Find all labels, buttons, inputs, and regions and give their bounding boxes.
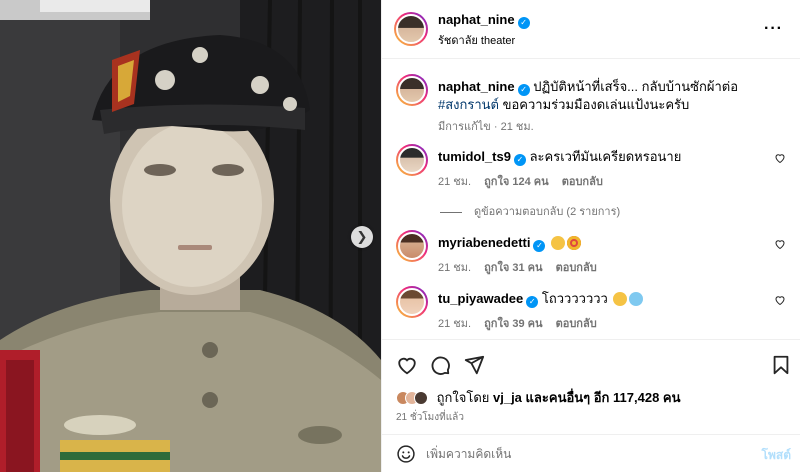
caption-text: naphat_nine ✓ ปฏิบัติหน้าที่เสร็จ... กลับ… bbox=[438, 78, 778, 114]
comment-item: tumidol_ts9 ✓ ละครเวทีมันเครียดหรอนาย 21 … bbox=[396, 144, 796, 194]
post-timestamp[interactable]: 21 ชั่วโมงที่แล้ว bbox=[396, 410, 464, 425]
comment-item: myriabenedetti ✓ 21 ชม. ถูกใจ 31 คน ตอบกล… bbox=[396, 230, 796, 280]
paper-plane-icon[interactable] bbox=[463, 354, 485, 376]
comment-text: tu_piyawadee ✓ โถววววววว bbox=[438, 290, 778, 308]
post-comment-button[interactable]: โพสต์ bbox=[762, 446, 791, 465]
bookmark-icon[interactable] bbox=[770, 354, 792, 376]
author-username[interactable]: naphat_nine ✓ bbox=[438, 12, 530, 29]
author-avatar[interactable] bbox=[396, 74, 428, 106]
likes-text: ถูกใจโดย vj_ja และคนอื่นๆ อีก 117,428 คน bbox=[437, 390, 681, 405]
comment-item: tu_piyawadee ✓ โถววววววว 21 ชม. ถูกใจ 39 … bbox=[396, 286, 796, 336]
heart-eyes-emoji-icon bbox=[567, 236, 582, 250]
carousel-next-button[interactable]: ❯ bbox=[351, 226, 373, 248]
caption-username[interactable]: naphat_nine bbox=[438, 79, 515, 94]
emoji-icon[interactable] bbox=[396, 444, 416, 464]
liker-username[interactable]: vj_ja bbox=[493, 390, 522, 405]
verified-badge-icon: ✓ bbox=[517, 84, 530, 96]
comment-likes[interactable]: ถูกใจ 39 คน bbox=[484, 318, 542, 330]
comment-meta: 21 ชม. ถูกใจ 39 คน ตอบกลับ bbox=[438, 314, 607, 332]
commenter-username[interactable]: tumidol_ts9 bbox=[438, 149, 511, 164]
comment-text: myriabenedetti ✓ bbox=[438, 234, 778, 252]
laughing-emoji-icon bbox=[613, 292, 628, 306]
comment-meta: 21 ชม. ถูกใจ 31 คน ตอบกลับ bbox=[438, 258, 607, 276]
reply-button[interactable]: ตอบกลับ bbox=[556, 318, 597, 330]
chevron-right-icon: ❯ bbox=[356, 229, 368, 245]
caption-body: ปฏิบัติหน้าที่เสร็จ... กลับบ้านซักผ้าต่อ bbox=[533, 79, 739, 94]
more-options-icon[interactable]: ··· bbox=[764, 20, 783, 38]
comment-time: 21 ชม. bbox=[438, 176, 472, 188]
author-username-text: naphat_nine bbox=[438, 12, 515, 27]
comment-composer: โพสต์ bbox=[382, 434, 800, 472]
likes-joiner: และ bbox=[525, 390, 549, 405]
post-caption: naphat_nine ✓ ปฏิบัติหน้าที่เสร็จ... กลับ… bbox=[396, 74, 796, 134]
comment-likes[interactable]: ถูกใจ 124 คน bbox=[484, 176, 548, 188]
caption-body-rest: ขอความร่วมมืองดเล่นแป้งนะครับ bbox=[499, 97, 690, 112]
commenter-avatar[interactable] bbox=[396, 144, 428, 176]
post-panel: naphat_nine ✓ รัชดาลัย theater ··· naphat… bbox=[381, 0, 800, 472]
commenter-username[interactable]: tu_piyawadee bbox=[438, 291, 523, 306]
verified-badge-icon: ✓ bbox=[533, 240, 546, 252]
likes-summary[interactable]: ถูกใจโดย vj_ja และคนอื่นๆ อีก 117,428 คน bbox=[396, 387, 681, 407]
comment-time: 21 ชม. bbox=[438, 262, 472, 274]
post-media[interactable]: ❯ bbox=[0, 0, 381, 472]
grin-emoji-icon bbox=[551, 236, 566, 250]
commenter-avatar[interactable] bbox=[396, 286, 428, 318]
comment-meta: 21 ชม. ถูกใจ 124 คน ตอบกลับ bbox=[438, 172, 613, 190]
commenter-avatar[interactable] bbox=[396, 230, 428, 262]
likes-prefix: ถูกใจโดย bbox=[436, 390, 490, 405]
comment-heart-icon[interactable] bbox=[774, 238, 786, 250]
post-location[interactable]: รัชดาลัย theater bbox=[438, 31, 515, 49]
view-replies-button[interactable]: ดูข้อความตอบกลับ (2 รายการ) bbox=[440, 202, 620, 220]
comments-list[interactable]: naphat_nine ✓ ปฏิบัติหน้าที่เสร็จ... กลับ… bbox=[382, 60, 800, 339]
comment-time: 21 ชม. bbox=[438, 318, 472, 330]
post-photo bbox=[0, 0, 381, 472]
comment-heart-icon[interactable] bbox=[774, 294, 786, 306]
comment-body: โถววววววว bbox=[541, 291, 608, 306]
reply-button[interactable]: ตอบกลับ bbox=[562, 176, 603, 188]
comment-body: ละครเวทีมันเครียดหรอนาย bbox=[529, 149, 682, 164]
post-header: naphat_nine ✓ รัชดาลัย theater ··· bbox=[382, 0, 800, 59]
comment-likes[interactable]: ถูกใจ 31 คน bbox=[484, 262, 542, 274]
comment-input[interactable] bbox=[426, 444, 726, 464]
commenter-username[interactable]: myriabenedetti bbox=[438, 235, 530, 250]
comment-icon[interactable] bbox=[429, 354, 451, 376]
post-actions: ถูกใจโดย vj_ja และคนอื่นๆ อีก 117,428 คน… bbox=[382, 339, 800, 434]
verified-badge-icon: ✓ bbox=[526, 296, 539, 308]
verified-badge-icon: ✓ bbox=[513, 154, 526, 166]
caption-hashtag[interactable]: #สงกรานต์ bbox=[438, 97, 499, 112]
heart-icon[interactable] bbox=[396, 354, 418, 376]
comment-text: tumidol_ts9 ✓ ละครเวทีมันเครียดหรอนาย bbox=[438, 148, 778, 166]
author-avatar[interactable] bbox=[394, 12, 428, 46]
likes-others[interactable]: คนอื่นๆ อีก 117,428 คน bbox=[549, 390, 681, 405]
caption-meta: มีการแก้ไข · 21 ชม. bbox=[438, 121, 534, 133]
reply-button[interactable]: ตอบกลับ bbox=[556, 262, 597, 274]
comment-heart-icon[interactable] bbox=[774, 152, 786, 164]
dash-emoji-icon bbox=[629, 292, 644, 306]
verified-badge-icon: ✓ bbox=[517, 17, 530, 29]
liker-avatar bbox=[414, 390, 428, 405]
